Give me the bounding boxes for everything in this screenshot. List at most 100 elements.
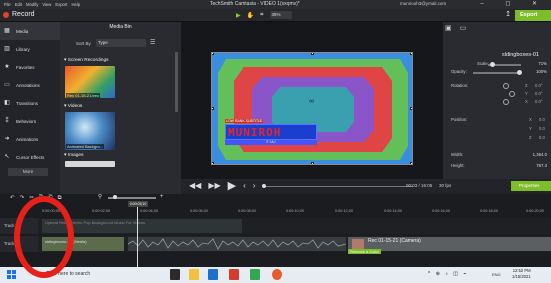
camtasia-icon[interactable] bbox=[250, 269, 260, 280]
menu-help[interactable]: Help bbox=[71, 2, 80, 7]
taskbar-clock[interactable]: 12:52 PM 1/15/2021 bbox=[512, 268, 531, 280]
record-button[interactable]: Record bbox=[3, 11, 35, 18]
windows-start-icon[interactable] bbox=[7, 270, 16, 279]
scrollbar[interactable] bbox=[175, 52, 178, 112]
scale-row: Scale: 71% bbox=[443, 61, 551, 69]
visual-properties-icon[interactable]: ▣ bbox=[445, 24, 452, 32]
menu-modify[interactable]: Modify bbox=[26, 2, 38, 7]
film-icon: ▦ bbox=[4, 28, 10, 34]
play-icon[interactable]: ▶ bbox=[228, 179, 236, 192]
menu-view[interactable]: View bbox=[42, 2, 51, 7]
ruler-tick: 0:00:02;00 bbox=[92, 209, 110, 213]
menu-edit[interactable]: Edit bbox=[15, 2, 22, 7]
playhead-line[interactable] bbox=[137, 207, 138, 267]
remove-color-effect[interactable]: Remove a Color bbox=[348, 249, 381, 254]
zoom-select[interactable]: 35% bbox=[269, 11, 292, 19]
sort-select[interactable]: Type bbox=[96, 39, 146, 47]
resize-handle[interactable] bbox=[410, 53, 412, 55]
slider-knob[interactable] bbox=[517, 70, 522, 75]
opacity-slider[interactable] bbox=[473, 70, 522, 75]
file-explorer-icon[interactable] bbox=[189, 269, 199, 280]
sidebar-item-annotations[interactable]: ▭ Annotations bbox=[0, 76, 60, 94]
opacity-value[interactable]: 100% bbox=[536, 69, 547, 74]
section-images[interactable]: ▾ Images bbox=[64, 153, 83, 158]
crop-icon[interactable]: ⌗ bbox=[260, 12, 263, 19]
sidebar-item-transitions[interactable]: ◧ Transitions bbox=[0, 94, 60, 112]
canvas-tools: ▶ ✋ ⌗ 35% bbox=[236, 11, 292, 19]
resize-handle[interactable] bbox=[212, 162, 214, 164]
scale-slider[interactable] bbox=[488, 62, 521, 67]
position-y-value[interactable]: 0.0 bbox=[539, 126, 545, 131]
step-back-icon[interactable]: ◀◀ bbox=[189, 181, 201, 192]
rotation-z-value[interactable]: 0.0° bbox=[535, 83, 543, 88]
rotation-y-value[interactable]: 0.0° bbox=[535, 91, 543, 96]
position-z-value[interactable]: 0.0 bbox=[539, 135, 545, 140]
more-button[interactable]: More bbox=[8, 168, 48, 176]
audio-waveform[interactable] bbox=[128, 237, 346, 251]
playhead-time[interactable]: 0:00:03;10 bbox=[128, 201, 148, 207]
arrow-icon[interactable]: ▶ bbox=[236, 12, 241, 19]
slider-knob[interactable] bbox=[490, 62, 495, 67]
section-screen-recordings[interactable]: ▾ Screen Recordings bbox=[64, 58, 109, 63]
section-videos[interactable]: ▾ Videos bbox=[64, 104, 82, 109]
prev-frame-icon[interactable]: ▶▶ bbox=[208, 181, 220, 192]
next-marker-icon[interactable]: › bbox=[253, 181, 256, 192]
resize-handle[interactable] bbox=[212, 107, 214, 110]
video-preview[interactable]: ∞ LOW RANK SUBTITLE MUNIROH F I A I bbox=[211, 52, 413, 165]
height-value[interactable]: 767.3 bbox=[536, 163, 547, 168]
account-email[interactable]: munirooh3@ymail.com bbox=[400, 1, 446, 6]
sidebar-item-behaviors[interactable]: ⁑ Behaviors bbox=[0, 112, 60, 130]
hand-icon[interactable]: ✋ bbox=[247, 12, 254, 19]
slider-knob[interactable] bbox=[113, 195, 117, 199]
chrome-icon[interactable] bbox=[272, 269, 282, 280]
rotation-x-value[interactable]: 0.0° bbox=[535, 99, 543, 104]
scrub-knob[interactable] bbox=[262, 184, 266, 188]
zoom-in-icon[interactable]: + bbox=[160, 194, 164, 200]
lower-third-subtitle: F I A I bbox=[225, 140, 317, 145]
fps-select[interactable]: 30 fps bbox=[439, 183, 451, 188]
system-tray[interactable]: ^ ⊕ ♪ ◫ ⌁ bbox=[428, 271, 468, 277]
media-thumb-image[interactable] bbox=[65, 161, 115, 167]
task-view-icon[interactable] bbox=[170, 269, 180, 280]
resize-handle[interactable] bbox=[212, 53, 214, 55]
rotation-dial-z[interactable] bbox=[503, 83, 509, 89]
share-icon[interactable]: ↥ bbox=[505, 10, 511, 18]
time-ruler[interactable]: 0:00:00;00 0:00:02;00 0:00:04;00 0:00:06… bbox=[40, 208, 551, 215]
prev-marker-icon[interactable]: ‹ bbox=[243, 181, 246, 192]
camera-clip-label: Rec 01-15-21 (Camera) bbox=[368, 238, 421, 244]
resize-handle[interactable] bbox=[311, 162, 314, 164]
scale-value[interactable]: 71% bbox=[538, 61, 547, 66]
camera-thumbnail bbox=[352, 239, 364, 249]
sidebar-item-favorites[interactable]: ★ Favorites bbox=[0, 58, 60, 76]
office-icon[interactable] bbox=[229, 269, 239, 280]
sidebar-item-cursor-effects[interactable]: ↖ Cursor Effects bbox=[0, 148, 60, 166]
ruler-tick: 0:00:12;00 bbox=[335, 209, 353, 213]
rotation-dial-y[interactable] bbox=[509, 91, 515, 97]
menu-export[interactable]: Export bbox=[55, 2, 67, 7]
section-label: Screen Recordings bbox=[67, 58, 109, 63]
language-indicator[interactable]: ENG bbox=[492, 272, 501, 277]
resize-handle[interactable] bbox=[410, 162, 412, 164]
rotation-dial-x[interactable] bbox=[503, 99, 509, 105]
resize-handle[interactable] bbox=[311, 53, 314, 55]
width-value[interactable]: 1,364.0 bbox=[533, 152, 547, 157]
zoom-search-icon[interactable]: ⚲ bbox=[98, 194, 102, 200]
clip-properties-icon[interactable]: ▭ bbox=[460, 24, 467, 32]
width-row: Width: 1,364.0 bbox=[443, 152, 551, 160]
menu-file[interactable]: File bbox=[4, 2, 11, 7]
window-controls[interactable]: – ◻ ✕ bbox=[480, 0, 547, 7]
position-row: Position: bbox=[443, 117, 551, 125]
sidebar-item-library[interactable]: ▥ Library bbox=[0, 40, 60, 58]
lower-third-title-box[interactable]: MUNIROH bbox=[225, 124, 317, 140]
scrub-track[interactable] bbox=[263, 186, 413, 187]
export-button[interactable]: Export bbox=[515, 10, 551, 21]
resize-handle[interactable] bbox=[410, 107, 412, 110]
redo-icon[interactable]: ↷ bbox=[20, 195, 25, 202]
view-toggle-icon[interactable]: ☰ bbox=[150, 39, 155, 46]
undo-icon[interactable]: ↶ bbox=[10, 195, 15, 202]
sidebar-item-media[interactable]: ▦ Media bbox=[0, 22, 60, 40]
properties-button[interactable]: Properties bbox=[511, 181, 551, 191]
position-x-value[interactable]: 0.0 bbox=[539, 117, 545, 122]
edge-icon[interactable] bbox=[208, 269, 218, 280]
sidebar-item-animations[interactable]: ➜ Animations bbox=[0, 130, 60, 148]
